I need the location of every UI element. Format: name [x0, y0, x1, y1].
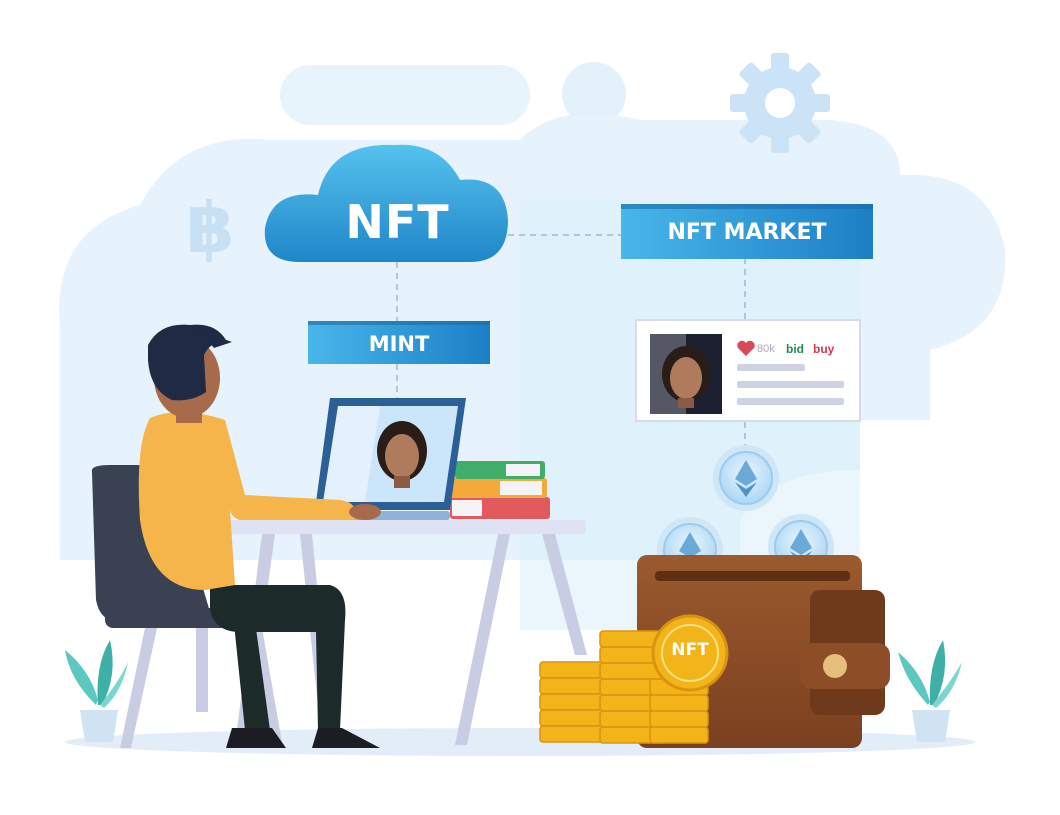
cloud-nft-label: NFT — [345, 195, 450, 249]
nft-coin-label: NFT — [671, 640, 709, 660]
likes-count: 80k — [757, 343, 775, 355]
nft-market-label: NFT MARKET — [667, 220, 827, 245]
gear-icon — [730, 53, 830, 153]
mint-label: MINT — [368, 332, 430, 356]
plant-right — [898, 640, 962, 742]
bitcoin-icon: ฿ — [186, 187, 235, 269]
ethereum-icon — [713, 445, 779, 511]
plant-left — [65, 640, 128, 742]
bid-label: bid — [786, 342, 804, 356]
listing-card — [635, 319, 861, 422]
nft-illustration: ฿ — [59, 53, 1006, 756]
book-stack — [444, 461, 550, 519]
buy-label: buy — [813, 342, 835, 356]
gold-coin-stacks — [539, 614, 729, 744]
